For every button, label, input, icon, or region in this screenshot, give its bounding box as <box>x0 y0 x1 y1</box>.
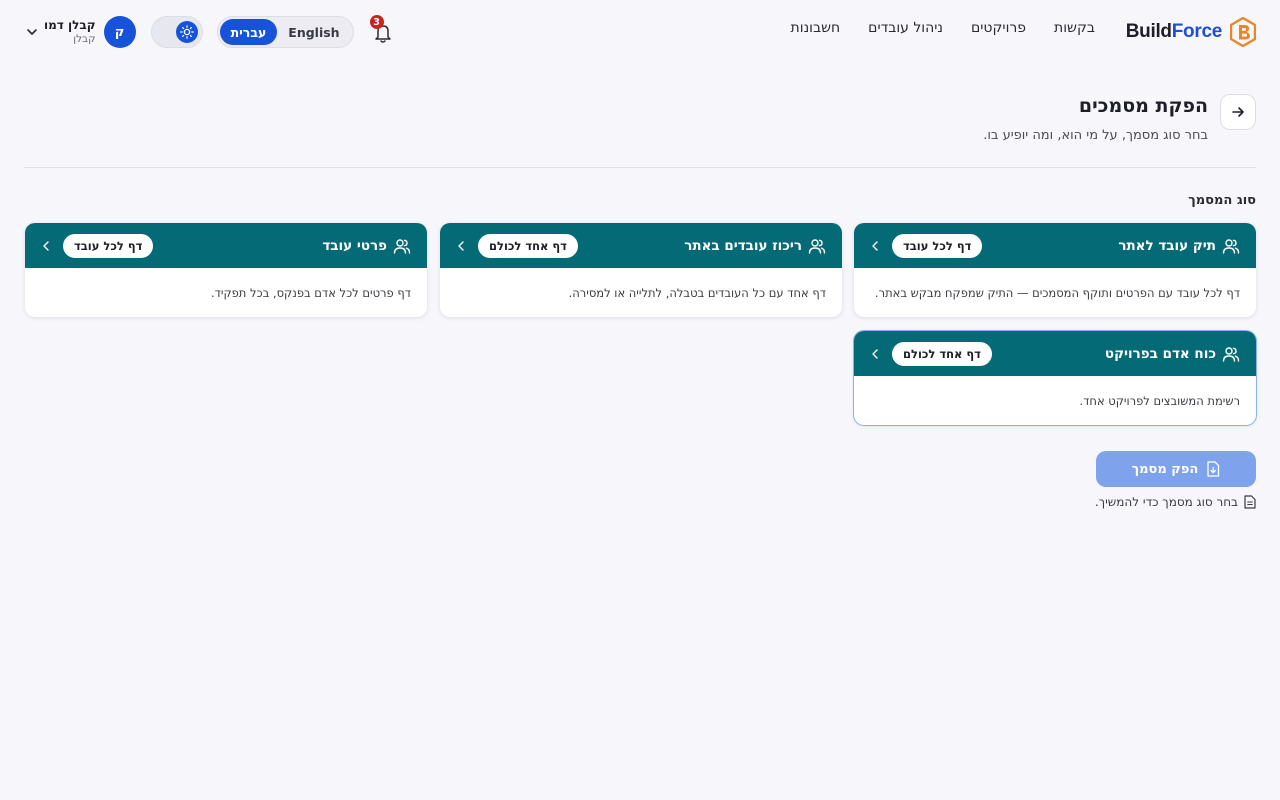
card-header: תיק עובד לאתר דף לכל עובד <box>854 223 1256 268</box>
doc-type-card-worker-details[interactable]: פרטי עובד דף לכל עובד דף פרטים לכל אדם ב… <box>25 223 427 317</box>
chevron-left-icon <box>872 240 878 251</box>
card-title: תיק עובד לאתר <box>1118 237 1216 254</box>
hint-label: בחר סוג מסמך כדי להמשיך. <box>1094 495 1238 509</box>
card-title: כוח אדם בפרויקט <box>1104 345 1216 362</box>
chevron-left-icon <box>872 348 878 359</box>
hint-text: בחר סוג מסמך כדי להמשיך. <box>1095 495 1256 509</box>
card-description: דף אחד עם כל העובדים בטבלה, לתלייה או למ… <box>568 285 826 300</box>
card-description: דף לכל עובד עם הפרטים ותוקף המסמכים — הת… <box>874 285 1240 300</box>
section-label: סוג המסמך <box>1188 193 1256 208</box>
lang-hebrew-button[interactable]: עברית <box>219 19 278 45</box>
user-name: קבלן דמו <box>44 18 96 33</box>
user-role: קבלן <box>73 32 96 45</box>
card-header: פרטי עובד דף לכל עובד <box>25 223 427 268</box>
card-header: כוח אדם בפרויקט דף אחד לכולם <box>854 331 1256 376</box>
language-switch: עברית English <box>216 16 354 48</box>
users-icon <box>808 238 826 254</box>
page-title: הפקת מסמכים <box>1078 95 1208 117</box>
produce-document-button[interactable]: הפק מסמך <box>1096 451 1256 487</box>
notification-count-badge: 3 <box>369 15 384 29</box>
theme-knob <box>175 21 198 43</box>
brand-name: BuildForce <box>1125 21 1223 42</box>
nav-item-projects[interactable]: פרויקטים <box>971 20 1026 36</box>
card-scope-badge: דף לכל עובד <box>892 233 983 258</box>
top-bar: BuildForce בקשות פרויקטים ניהול עובדים ח… <box>0 0 1280 64</box>
card-title: ריכוז עובדים באתר <box>684 237 802 254</box>
divider <box>24 167 1256 168</box>
chevron-down-icon[interactable] <box>24 24 40 40</box>
theme-toggle[interactable] <box>150 16 203 48</box>
card-header: ריכוז עובדים באתר דף אחד לכולם <box>440 223 842 268</box>
card-scope-badge: דף לכל עובד <box>63 233 154 258</box>
chevron-left-icon <box>43 240 49 251</box>
produce-button-label: הפק מסמך <box>1131 461 1199 477</box>
document-icon <box>1244 495 1256 509</box>
header-controls: קבלן דמו קבלן ק עברית English 3 <box>24 14 396 50</box>
main-nav: בקשות פרויקטים ניהול עובדים חשבונות <box>791 20 1095 36</box>
page-subtitle: בחר סוג מסמך, על מי הוא, ומה יופיע בו. <box>983 128 1208 143</box>
brand-logo[interactable]: BuildForce <box>1126 16 1256 48</box>
arrow-right-icon <box>1232 107 1244 117</box>
nav-item-workers[interactable]: ניהול עובדים <box>868 20 943 36</box>
card-title: פרטי עובד <box>322 237 387 254</box>
users-icon <box>1222 238 1240 254</box>
users-icon <box>393 238 411 254</box>
nav-item-accounts[interactable]: חשבונות <box>791 20 841 36</box>
sun-icon <box>179 25 194 39</box>
nav-item-requests[interactable]: בקשות <box>1054 20 1095 36</box>
doc-type-card-worker-file[interactable]: תיק עובד לאתר דף לכל עובד דף לכל עובד עם… <box>854 223 1256 317</box>
logo-icon <box>1230 17 1256 47</box>
chevron-left-icon <box>458 240 464 251</box>
users-icon <box>1222 346 1240 362</box>
notifications-button[interactable]: 3 <box>369 15 396 45</box>
card-scope-badge: דף אחד לכולם <box>892 341 992 366</box>
avatar[interactable]: ק <box>103 16 136 48</box>
user-menu[interactable]: קבלן דמו קבלן <box>44 18 96 45</box>
card-description: דף פרטים לכל אדם בפנקס, בכל תפקיד. <box>210 285 411 300</box>
card-description: רשימת המשובצים לפרויקט אחד. <box>1079 393 1241 408</box>
doc-type-card-project-manpower[interactable]: כוח אדם בפרויקט דף אחד לכולם רשימת המשוב… <box>854 331 1256 425</box>
lang-english-button[interactable]: English <box>277 19 350 45</box>
card-scope-badge: דף אחד לכולם <box>478 233 578 258</box>
doc-type-card-site-summary[interactable]: ריכוז עובדים באתר דף אחד לכולם דף אחד עם… <box>440 223 842 317</box>
file-download-icon <box>1207 461 1220 477</box>
back-button[interactable] <box>1220 94 1256 130</box>
